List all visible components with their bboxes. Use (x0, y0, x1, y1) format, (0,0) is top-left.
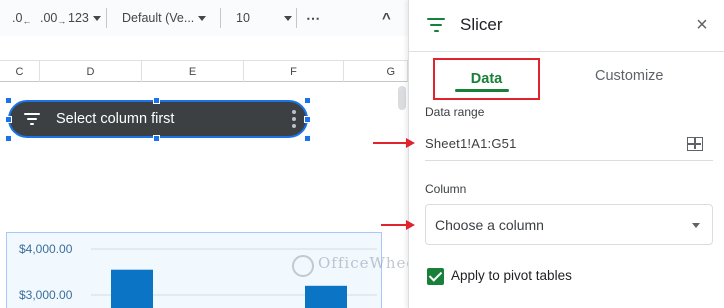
chart-bar[interactable] (111, 269, 153, 308)
number-format-label: 123 (68, 11, 89, 25)
watermark-text: OfficeWheel (318, 254, 408, 272)
toolbar-divider (106, 8, 107, 28)
resize-handle[interactable] (153, 97, 160, 104)
chevron-down-icon (198, 15, 207, 21)
resize-handle[interactable] (304, 116, 311, 123)
font-family-label: Default (Ve... (122, 11, 195, 25)
column-select-placeholder: Choose a column (435, 217, 544, 233)
apply-pivot-checkbox[interactable] (427, 268, 444, 285)
resize-handle[interactable] (5, 97, 12, 104)
column-header-e[interactable]: E (142, 61, 244, 82)
filter-icon (427, 18, 445, 32)
column-select[interactable]: Choose a column (425, 204, 713, 245)
slicer-label: Select column first (56, 111, 175, 127)
font-family-select[interactable]: Default (Ve... (122, 8, 207, 28)
slicer-side-panel: Slicer × Data Customize Data range Sheet… (408, 0, 724, 308)
decrease-decimal-button[interactable]: .0 ← (12, 8, 31, 28)
resize-handle[interactable] (5, 116, 12, 123)
chevron-up-icon: ^ (382, 9, 391, 27)
vertical-scrollbar[interactable] (398, 86, 406, 110)
annotation-arrow-data-range (373, 138, 415, 148)
more-options-button[interactable]: ⋯ (306, 8, 320, 28)
column-header-c[interactable]: C (0, 61, 40, 82)
chart-bar[interactable] (305, 285, 347, 308)
resize-handle[interactable] (5, 135, 12, 142)
tab-customize[interactable]: Customize (595, 68, 664, 84)
increase-decimal-button[interactable]: .00 → (40, 8, 66, 28)
more-icon: ⋯ (306, 9, 320, 26)
watermark-logo-icon (292, 255, 314, 277)
close-icon[interactable]: × (693, 15, 711, 35)
resize-handle[interactable] (153, 135, 160, 142)
tab-data-label: Data (470, 71, 503, 87)
resize-handle[interactable] (304, 135, 311, 142)
number-format-button[interactable]: 123 (68, 8, 101, 28)
font-size-select[interactable]: 10 (236, 8, 292, 28)
panel-title: Slicer (460, 15, 503, 34)
select-range-grid-icon[interactable] (687, 137, 703, 151)
font-size-label: 10 (236, 11, 250, 25)
active-tab-indicator (455, 89, 509, 92)
spreadsheet-area: .0 ← .00 → 123 Default (Ve... 10 ⋯ ^ C D… (0, 0, 408, 308)
y-tick-label: $3,000.00 (19, 288, 73, 302)
collapse-toolbar-button[interactable]: ^ (382, 8, 391, 28)
annotation-arrow-column (381, 220, 415, 230)
column-header-row: C D E F G (0, 60, 408, 82)
increase-decimal-label: .00 (40, 11, 58, 25)
data-range-underline (425, 160, 713, 161)
y-tick-label: $4,000.00 (19, 242, 73, 256)
toolbar-divider (296, 8, 297, 28)
panel-header: Slicer × (409, 0, 724, 52)
decrease-decimal-arrow-icon: ← (22, 16, 32, 26)
column-header-d[interactable]: D (40, 61, 142, 82)
decrease-decimal-label: .0 (12, 11, 23, 25)
data-range-label: Data range (425, 105, 485, 119)
increase-decimal-arrow-icon: → (57, 16, 67, 26)
panel-tabs: Data Customize (409, 52, 724, 102)
kebab-menu-icon[interactable] (292, 110, 296, 128)
apply-pivot-label: Apply to pivot tables (451, 268, 572, 283)
column-header-g[interactable]: G (344, 61, 408, 82)
slicer-chip[interactable]: Select column first (8, 100, 308, 138)
chevron-down-icon (284, 15, 292, 21)
resize-handle[interactable] (304, 97, 311, 104)
chevron-down-icon (692, 223, 700, 228)
column-label: Column (425, 182, 467, 196)
column-header-f[interactable]: F (244, 61, 344, 82)
toolbar-divider (220, 8, 221, 28)
format-toolbar: .0 ← .00 → 123 Default (Ve... 10 ⋯ ^ (0, 0, 408, 36)
app-root: .0 ← .00 → 123 Default (Ve... 10 ⋯ ^ C D… (0, 0, 724, 308)
tab-data[interactable]: Data (433, 58, 540, 100)
filter-icon (24, 113, 40, 125)
chevron-down-icon (92, 15, 101, 21)
data-range-input[interactable]: Sheet1!A1:G51 (425, 136, 517, 151)
